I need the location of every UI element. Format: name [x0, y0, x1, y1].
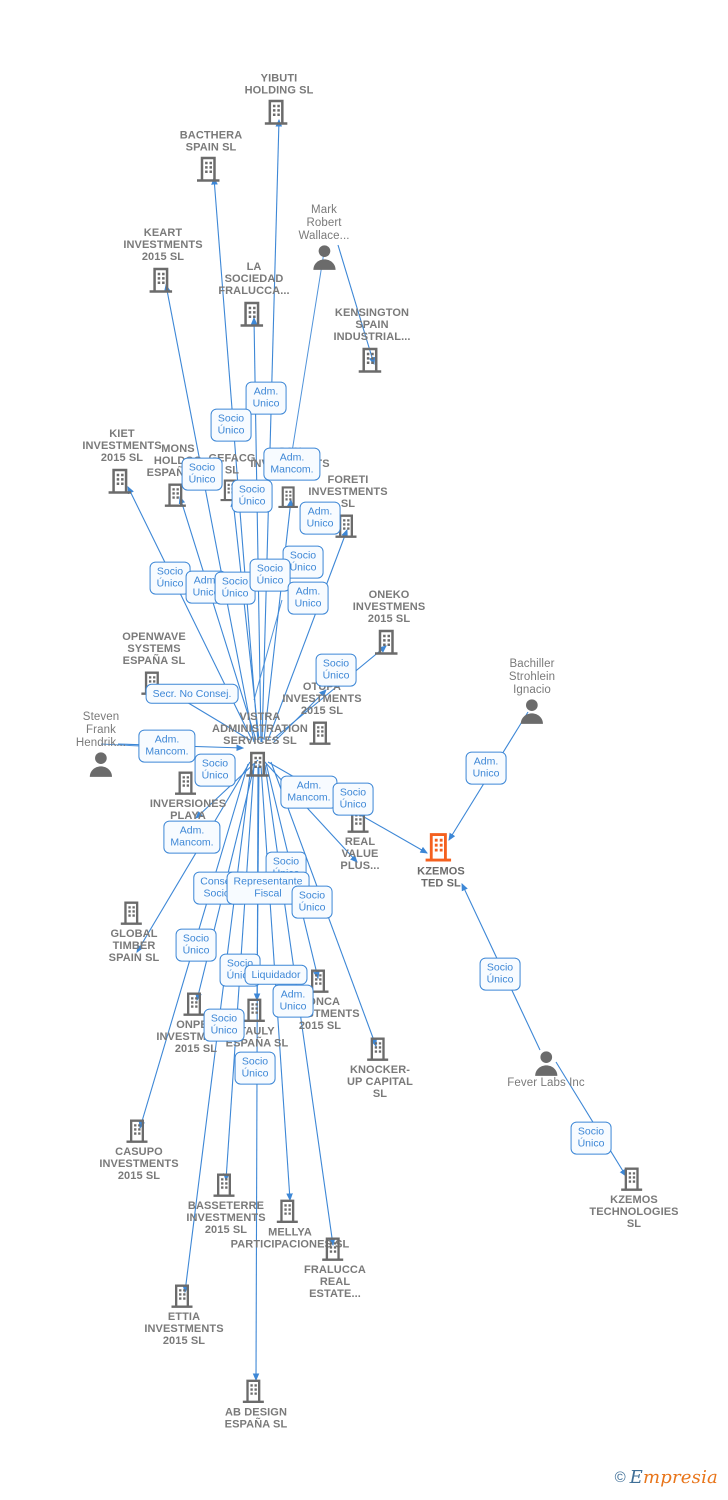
company-building-icon: [246, 751, 269, 777]
node-person-fever-labs-inc[interactable]: Fever Labs Inc: [507, 1050, 585, 1090]
company-building-icon: [358, 347, 381, 373]
node-label: FRALUCCA REAL ESTATE...: [304, 1264, 366, 1301]
node-person-mark-robert-wallace[interactable]: Mark Robert Wallace...: [298, 204, 349, 270]
node-label: Fever Labs Inc: [507, 1077, 585, 1089]
relation-chip[interactable]: Socio Único: [149, 561, 191, 595]
relation-chip[interactable]: Socio Único: [194, 753, 236, 787]
node-label: OPENWAVE SYSTEMS ESPAÑA SL: [122, 631, 186, 668]
node-label: Bachiller Strohlein Ignacio: [508, 658, 556, 696]
company-building-icon: [277, 1199, 299, 1223]
company-building-icon: [243, 1379, 265, 1403]
node-bacthera-spain[interactable]: BACTHERA SPAIN SL: [180, 129, 243, 184]
relation-chip[interactable]: Adm. Mancom.: [263, 447, 321, 481]
company-building-icon: [197, 157, 220, 183]
relation-chip[interactable]: Socio Único: [570, 1121, 612, 1155]
relation-chip[interactable]: Adm. Unico: [287, 581, 329, 615]
node-label: Mark Robert Wallace...: [298, 204, 350, 242]
node-fralucca-real-estate[interactable]: FRALUCCA REAL ESTATE...: [304, 1235, 366, 1301]
company-building-icon-highlighted: [425, 833, 451, 862]
node-label: Steven Frank Hendrik...: [75, 711, 127, 749]
relation-chip[interactable]: Socio Único: [203, 1008, 245, 1042]
relation-chip[interactable]: Adm. Mancom.: [280, 775, 338, 809]
node-label: VISTRA ADMINISTRATION SERVICES SL: [212, 711, 308, 748]
node-keart-investments[interactable]: KEART INVESTMENTS 2015 SL: [123, 227, 203, 295]
node-label: AB DESIGN ESPAÑA SL: [224, 1406, 288, 1431]
relation-chip[interactable]: Socio Único: [234, 1051, 276, 1085]
node-person-bachiller-strohlein-ignacio[interactable]: Bachiller Strohlein Ignacio: [509, 658, 555, 724]
relation-chip[interactable]: Adm. Unico: [245, 381, 287, 415]
node-label: BACTHERA SPAIN SL: [179, 129, 243, 154]
company-building-icon: [149, 267, 172, 293]
company-building-icon: [240, 301, 263, 327]
company-building-icon: [244, 998, 266, 1022]
node-label: LA SOCIEDAD FRALUCCA...: [218, 261, 290, 298]
relation-chip[interactable]: Secr. No Consej.: [145, 683, 239, 705]
company-building-icon: [309, 721, 331, 745]
node-person-steven-frank-hendrik[interactable]: Steven Frank Hendrik...: [76, 711, 126, 777]
node-label: KEART INVESTMENTS 2015 SL: [123, 227, 203, 264]
node-casupo-investments[interactable]: CASUPO INVESTMENTS 2015 SL: [99, 1117, 179, 1183]
relation-chip[interactable]: Adm. Unico: [465, 751, 507, 785]
person-icon: [89, 752, 113, 777]
node-label: KNOCKER- UP CAPITAL SL: [347, 1064, 413, 1101]
node-real-value-plus[interactable]: REAL VALUE PLUS...: [340, 807, 380, 873]
node-label: ETTIA INVESTMENTS 2015 SL: [144, 1311, 224, 1348]
relation-chip[interactable]: Socio Único: [315, 653, 357, 687]
copyright-icon: ©: [614, 1469, 626, 1486]
node-label: KZEMOS TED SL: [417, 865, 465, 890]
company-building-icon: [171, 1284, 193, 1308]
node-kensington-spain-industrial[interactable]: KENSINGTON SPAIN INDUSTRIAL...: [333, 307, 410, 375]
relation-chip[interactable]: Socio Único: [175, 928, 217, 962]
node-label: YIBUTI HOLDING SL: [244, 72, 314, 97]
node-ettia-investments[interactable]: ETTIA INVESTMENTS 2015 SL: [144, 1282, 224, 1348]
company-building-icon: [108, 468, 131, 494]
company-building-icon: [621, 1167, 643, 1191]
relation-chip[interactable]: Socio Único: [181, 457, 223, 491]
relation-chip[interactable]: Socio Único: [249, 558, 291, 592]
brand-name: Empresia: [630, 1467, 718, 1488]
company-building-icon: [375, 629, 398, 655]
node-label: REAL VALUE PLUS...: [340, 836, 380, 873]
relation-chip[interactable]: Socio Único: [231, 479, 273, 513]
node-kzemos-technologies[interactable]: KZEMOS TECHNOLOGIES SL: [587, 1165, 681, 1231]
relation-chip[interactable]: Socio Único: [332, 782, 374, 816]
node-label: CASUPO INVESTMENTS 2015 SL: [99, 1146, 179, 1183]
node-knocker-up-capital[interactable]: KNOCKER- UP CAPITAL SL: [347, 1035, 413, 1101]
company-building-icon: [322, 1237, 344, 1261]
node-la-sociedad-fralucca[interactable]: LA SOCIEDAD FRALUCCA...: [218, 261, 290, 329]
relation-chip[interactable]: Liquidador: [244, 964, 308, 986]
relation-chip[interactable]: Adm. Mancom.: [163, 820, 221, 854]
company-building-icon: [126, 1119, 148, 1143]
node-label: KENSINGTON SPAIN INDUSTRIAL...: [333, 307, 411, 344]
node-label: ONEKO INVESTMENS 2015 SL: [352, 589, 426, 626]
relation-chip[interactable]: Adm. Unico: [272, 984, 314, 1018]
node-label: KZEMOS TECHNOLOGIES SL: [589, 1194, 679, 1231]
company-building-icon: [367, 1037, 389, 1061]
node-oneko-investmens[interactable]: ONEKO INVESTMENS 2015 SL: [353, 589, 426, 657]
relation-chip[interactable]: Socio Único: [479, 957, 521, 991]
relation-chip[interactable]: Adm. Unico: [299, 501, 341, 535]
relation-chip[interactable]: Socio Único: [291, 885, 333, 919]
node-global-timber-spain[interactable]: GLOBAL TIMBER SPAIN SL: [109, 899, 160, 965]
watermark: © Empresia: [615, 1467, 718, 1488]
person-icon: [520, 699, 544, 724]
person-icon: [534, 1051, 558, 1076]
node-kzemos-ted-focus[interactable]: KZEMOS TED SL: [417, 830, 465, 890]
person-icon: [312, 245, 336, 270]
brand-initial: E: [629, 1467, 644, 1488]
company-building-icon: [265, 100, 288, 126]
node-ab-design-espana[interactable]: AB DESIGN ESPAÑA SL: [224, 1377, 288, 1431]
node-yibuti-holding[interactable]: YIBUTI HOLDING SL: [245, 72, 314, 127]
relation-chip[interactable]: Adm. Mancom.: [138, 729, 196, 763]
node-label: GLOBAL TIMBER SPAIN SL: [108, 928, 160, 965]
company-building-icon: [213, 1173, 235, 1197]
relation-chip[interactable]: Socio Único: [210, 408, 252, 442]
corporate-network-graph[interactable]: YIBUTI HOLDING SL BACTHERA SPAIN SL KEAR…: [0, 0, 728, 1500]
company-building-icon: [121, 901, 143, 925]
brand-rest: mpresia: [643, 1467, 718, 1488]
